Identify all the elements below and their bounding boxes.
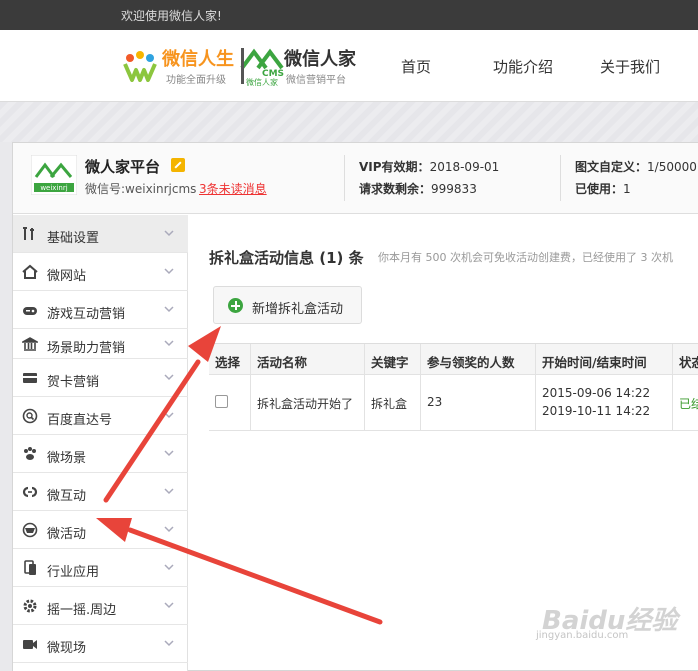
logo1-brand: 微信人生 xyxy=(162,49,234,70)
sidebar-item-micro-scene[interactable]: 微场景 xyxy=(13,435,188,473)
logo2-sub: 微信人家 xyxy=(246,77,278,86)
logo2-brand: 微信人家 xyxy=(284,49,356,70)
unread-messages-link[interactable]: 3条未读消息 xyxy=(199,180,267,197)
table-header-row: 选择 活动名称 关键字 参与领奖的人数 开始时间/结束时间 状态 xyxy=(209,344,698,375)
welcome-text: 欢迎使用微信人家! xyxy=(121,9,222,23)
gamepad-icon xyxy=(23,307,37,315)
sidebar-item-micro-activity[interactable]: 微活动 xyxy=(13,511,188,549)
divider xyxy=(560,155,561,201)
plus-circle-icon xyxy=(228,298,243,313)
camera-icon xyxy=(23,640,37,649)
nav-home[interactable]: 首页 xyxy=(401,56,431,77)
status-badge: 已结 xyxy=(679,397,698,411)
row-status-cell: 已结 xyxy=(672,375,698,430)
top-bar: 欢迎使用微信人家! xyxy=(0,0,698,30)
nav-features[interactable]: 功能介绍 xyxy=(493,56,553,77)
house-logo-icon: CMS 微信人家 xyxy=(240,48,284,86)
row-checkbox[interactable] xyxy=(215,395,228,408)
start-time: 2015-09-06 14:22 xyxy=(542,386,651,400)
logo-weixin-renjia[interactable]: CMS 微信人家 微信人家 微信营销平台 xyxy=(240,44,360,88)
paw-icon xyxy=(24,447,36,460)
divider xyxy=(344,155,345,201)
add-gift-box-activity-button[interactable]: 新增拆礼盒活动 xyxy=(213,286,362,324)
chevron-down-icon xyxy=(164,450,174,457)
chevron-down-icon xyxy=(164,526,174,533)
col-time: 开始时间/结束时间 xyxy=(535,344,672,374)
custom-articles: 图文自定义：1/50000 xyxy=(575,160,697,174)
chevron-down-icon xyxy=(164,564,174,571)
watermark-url: jingyan.baidu.com xyxy=(536,630,629,641)
sidebar-item-industry-apps[interactable]: 行业应用 xyxy=(13,549,188,587)
sidebar-item-micro-live[interactable]: 微现场 xyxy=(13,625,188,663)
sidebar-item-game-marketing[interactable]: 游戏互动营销 xyxy=(13,291,188,329)
sidebar-item-shake-nearby[interactable]: 摇一摇.周边 xyxy=(13,587,188,625)
row-time-cell: 2015-09-06 14:22 2019-10-11 14:22 xyxy=(535,375,672,430)
sidebar-item-scene-marketing[interactable]: 场景助力营销 xyxy=(13,325,188,359)
logo1-slogan: 功能全面升级 xyxy=(166,75,226,86)
chevron-down-icon xyxy=(164,374,174,381)
edit-icon[interactable] xyxy=(171,158,185,172)
sidebar-item-micro-interaction[interactable]: 微互动 xyxy=(13,473,188,511)
chevron-down-icon xyxy=(164,488,174,495)
chevron-down-icon xyxy=(164,412,174,419)
chevron-down-icon xyxy=(164,640,174,647)
quota-note: 你本月有 500 次机会可免收活动创建费，已经使用了 3 次机 xyxy=(378,251,673,264)
row-select-cell xyxy=(209,375,250,430)
page-title: 拆礼盒活动信息 (1) 条 xyxy=(209,249,364,267)
sidebar-item-card-marketing[interactable]: 贺卡营销 xyxy=(13,359,188,397)
sidebar: 基础设置 微网站 游戏互动营销 场景助力营销 贺卡营销 百度直达号 微场景 微互… xyxy=(13,215,188,671)
phone-icon xyxy=(24,560,36,575)
search-circle-icon xyxy=(22,408,38,424)
sidebar-item-baidu-direct[interactable]: 百度直达号 xyxy=(13,397,188,435)
col-participants: 参与领奖的人数 xyxy=(420,344,535,374)
account-bar: weixinrj 微人家平台 微信号:weixinrjcms 3条未读消息 VI… xyxy=(13,143,698,214)
chevron-down-icon xyxy=(164,602,174,609)
col-status: 状态 xyxy=(672,344,698,374)
home-icon xyxy=(22,264,38,279)
account-avatar: weixinrj xyxy=(31,155,77,195)
used-count: 已使用：1 xyxy=(575,182,631,196)
link-icon xyxy=(22,486,38,498)
activity-table: 选择 活动名称 关键字 参与领奖的人数 开始时间/结束时间 状态 拆礼盒活动开始… xyxy=(209,343,698,431)
logo-weixin-rensheng[interactable]: 微信人生 功能全面升级 xyxy=(122,44,238,88)
bank-icon xyxy=(22,337,38,351)
end-time: 2019-10-11 14:22 xyxy=(542,404,651,418)
vip-expiry: VIP有效期：2018-09-01 xyxy=(359,160,500,174)
chevron-down-icon xyxy=(164,230,174,237)
row-participants-cell: 23 xyxy=(420,375,535,430)
sidebar-item-micro-site[interactable]: 微网站 xyxy=(13,253,188,291)
table-row: 拆礼盒活动开始了 拆礼盒 23 2015-09-06 14:22 2019-10… xyxy=(209,375,698,431)
sidebar-item-basic-settings[interactable]: 基础设置 xyxy=(13,215,188,253)
logo2-slogan: 微信营销平台 xyxy=(286,75,346,86)
chevron-down-icon xyxy=(164,268,174,275)
chevron-down-icon xyxy=(164,340,174,347)
col-keyword: 关键字 xyxy=(364,344,420,374)
tools-icon xyxy=(23,227,34,240)
target-icon xyxy=(22,522,38,538)
card-icon xyxy=(23,373,37,383)
col-select: 选择 xyxy=(215,355,241,370)
site-header: 微信人生 功能全面升级 CMS 微信人家 微信人家 微信营销平台 首页 功能介绍… xyxy=(0,30,698,102)
main-panel: weixinrj 微人家平台 微信号:weixinrjcms 3条未读消息 VI… xyxy=(12,142,698,671)
decorative-stripe xyxy=(0,102,698,142)
gear-icon xyxy=(23,599,37,613)
avatar-text: weixinrj xyxy=(40,184,67,192)
wechat-id: 微信号:weixinrjcms xyxy=(85,182,197,196)
col-activity-name: 活动名称 xyxy=(250,344,364,374)
row-keyword-cell: 拆礼盒 xyxy=(364,375,420,430)
account-name: 微人家平台 xyxy=(85,158,161,176)
nav-about[interactable]: 关于我们 xyxy=(600,56,660,77)
baidu-watermark: Baidu经验 jingyan.baidu.com xyxy=(532,598,677,642)
row-name-cell: 拆礼盒活动开始了 xyxy=(250,375,364,430)
colorful-people-logo-icon xyxy=(123,51,157,82)
requests-remaining: 请求数剩余：999833 xyxy=(359,182,477,196)
chevron-down-icon xyxy=(164,306,174,313)
